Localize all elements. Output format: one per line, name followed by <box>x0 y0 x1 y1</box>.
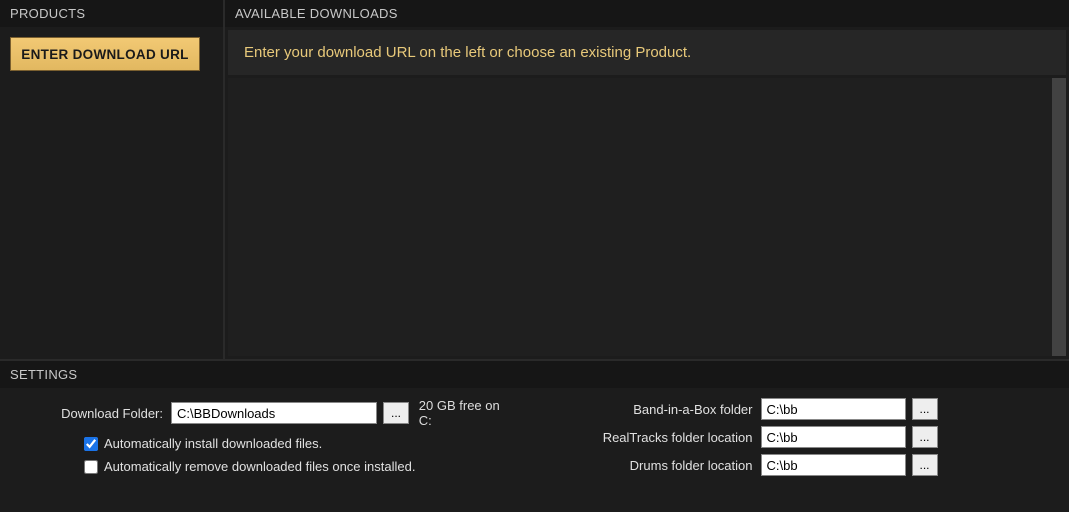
enter-download-url-button[interactable]: ENTER DOWNLOAD URL <box>10 37 200 71</box>
rt-folder-input[interactable] <box>761 426 906 448</box>
downloads-header: AVAILABLE DOWNLOADS <box>225 0 1069 27</box>
drums-folder-browse-button[interactable]: ... <box>912 454 938 476</box>
download-folder-browse-button[interactable]: ... <box>383 402 409 424</box>
settings-panel: SETTINGS Download Folder: ... 20 GB free… <box>0 359 1069 512</box>
drums-folder-label: Drums folder location <box>555 458 755 473</box>
products-header: PRODUCTS <box>0 0 223 27</box>
settings-header: SETTINGS <box>0 361 1069 388</box>
rt-folder-label: RealTracks folder location <box>555 430 755 445</box>
free-space-label: 20 GB free on C: <box>419 398 515 428</box>
bib-folder-label: Band-in-a-Box folder <box>555 402 755 417</box>
drums-folder-input[interactable] <box>761 454 906 476</box>
auto-remove-label: Automatically remove downloaded files on… <box>104 459 415 474</box>
bib-folder-input[interactable] <box>761 398 906 420</box>
products-body: ENTER DOWNLOAD URL <box>0 27 223 359</box>
downloads-list <box>228 78 1066 356</box>
auto-remove-checkbox[interactable] <box>84 460 98 474</box>
products-panel: PRODUCTS ENTER DOWNLOAD URL <box>0 0 225 359</box>
bib-folder-browse-button[interactable]: ... <box>912 398 938 420</box>
auto-install-label: Automatically install downloaded files. <box>104 436 322 451</box>
download-folder-label: Download Folder: <box>20 406 165 421</box>
rt-folder-browse-button[interactable]: ... <box>912 426 938 448</box>
downloads-panel: AVAILABLE DOWNLOADS Enter your download … <box>225 0 1069 359</box>
download-folder-input[interactable] <box>171 402 377 424</box>
auto-install-checkbox[interactable] <box>84 437 98 451</box>
downloads-banner: Enter your download URL on the left or c… <box>228 30 1066 75</box>
